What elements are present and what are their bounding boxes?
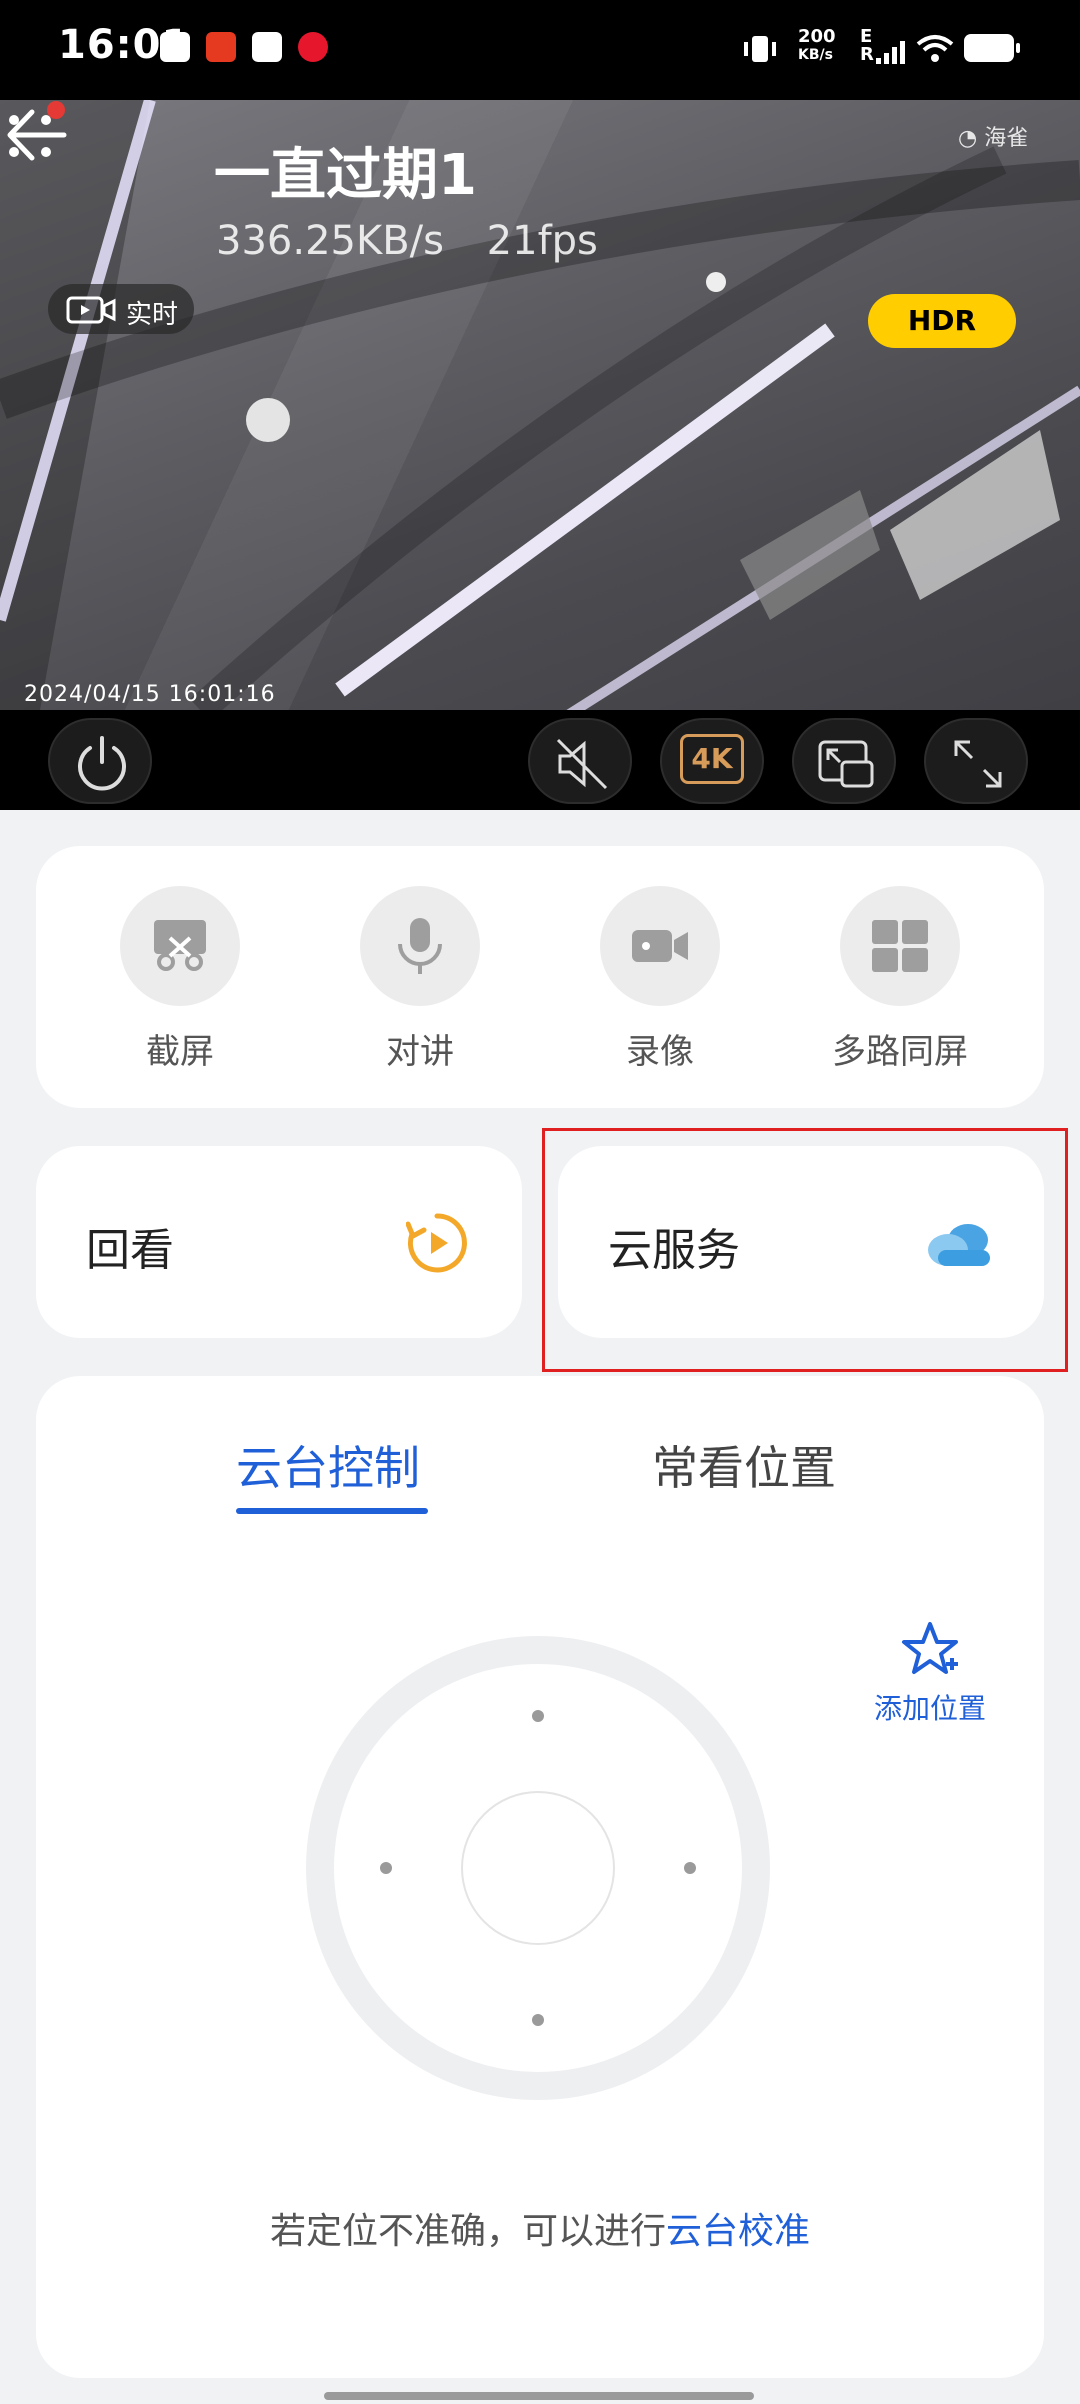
multi-screen-label: 多路同屏 [832, 1032, 968, 1072]
cloud-service-highlight-box [542, 1128, 1068, 1372]
bitrate: 336.25KB/s [216, 218, 444, 264]
status-bar: 16:01 200 KB/s E R [0, 0, 1080, 100]
playback-tile[interactable]: 回看 [36, 1146, 522, 1338]
joystick-down-dot[interactable] [532, 2014, 544, 2026]
add-position-button[interactable]: 添加位置 [860, 1620, 1000, 1727]
power-button[interactable] [48, 718, 152, 804]
more-menu-icon[interactable] [0, 100, 70, 180]
quick-actions-card: 截屏 对讲 录像 多路同屏 [36, 846, 1044, 1108]
hint-text: 若定位不准确，可以进行 [269, 2211, 666, 2252]
weibo-icon [298, 32, 328, 62]
hdr-toggle[interactable]: HDR [868, 294, 1016, 348]
camera-video-feed[interactable]: 一直过期1 336.25KB/s 21fps 实时 ◔ 海雀 HDR 2024/… [0, 100, 1080, 710]
mail-icon [252, 32, 282, 62]
video-control-bar: 4K [0, 710, 1080, 810]
ptz-panel: 云台控制 常看位置 添加位置 若定位不准确，可以进行云台校准 [36, 1376, 1044, 2378]
video-timestamp: 2024/04/15 16:01:16 [24, 682, 276, 707]
ceiling-scene [0, 100, 1080, 710]
power-icon [78, 736, 126, 791]
listen-app-icon [206, 32, 236, 62]
speaker-muted-icon [556, 738, 608, 790]
quality-label: 4K [680, 734, 744, 784]
wifi-icon [916, 35, 954, 62]
talk-action[interactable]: 对讲 [320, 886, 520, 1073]
live-camera-icon [66, 296, 116, 324]
calibration-hint: 若定位不准确，可以进行云台校准 [36, 2202, 1044, 2254]
screenshot-icon [154, 920, 206, 971]
tab-frequent-positions[interactable]: 常看位置 [652, 1432, 836, 1498]
ptz-joystick[interactable] [306, 1636, 770, 2100]
multi-screen-icon [872, 920, 928, 972]
playback-icon [406, 1213, 467, 1273]
quality-4k-button[interactable]: 4K [660, 718, 764, 804]
video-record-icon [632, 930, 688, 962]
net-speed: 200 KB/s [798, 26, 836, 64]
star-add-icon [902, 1622, 958, 1674]
live-label: 实时 [126, 300, 179, 330]
gesture-nav-bar[interactable] [324, 2392, 754, 2400]
record-action[interactable]: 录像 [560, 886, 760, 1073]
ptz-calibration-link[interactable]: 云台校准 [666, 2211, 810, 2252]
active-tab-indicator [236, 1508, 428, 1514]
fullscreen-button[interactable] [924, 718, 1028, 804]
signal-icon [876, 41, 905, 64]
network-type: E R [860, 26, 874, 65]
picture-in-picture-icon [818, 740, 874, 788]
joystick-right-dot[interactable] [684, 1862, 696, 1874]
app-notification-icon [160, 32, 190, 62]
talk-label: 对讲 [386, 1032, 454, 1072]
fps: 21fps [486, 218, 598, 264]
screenshot-action[interactable]: 截屏 [80, 886, 280, 1073]
fullscreen-icon [954, 740, 1002, 788]
screenshot-label: 截屏 [146, 1032, 214, 1072]
microphone-icon [398, 918, 442, 974]
joystick-up-dot[interactable] [532, 1710, 544, 1722]
mute-button[interactable] [528, 718, 632, 804]
camera-title: 一直过期1 [214, 143, 477, 208]
brand-logo: ◔ 海雀 [958, 126, 1029, 151]
record-label: 录像 [626, 1032, 694, 1072]
camera-stats: 336.25KB/s 21fps [216, 218, 598, 264]
tab-ptz-control[interactable]: 云台控制 [236, 1432, 420, 1498]
playback-label: 回看 [86, 1225, 174, 1276]
vibrate-icon [744, 36, 776, 62]
multi-screen-action[interactable]: 多路同屏 [800, 886, 1000, 1073]
battery-icon [964, 34, 1020, 62]
pip-button[interactable] [792, 718, 896, 804]
add-position-label: 添加位置 [873, 1692, 986, 1725]
live-badge: 实时 [48, 284, 194, 334]
joystick-center[interactable] [461, 1791, 615, 1945]
joystick-left-dot[interactable] [380, 1862, 392, 1874]
